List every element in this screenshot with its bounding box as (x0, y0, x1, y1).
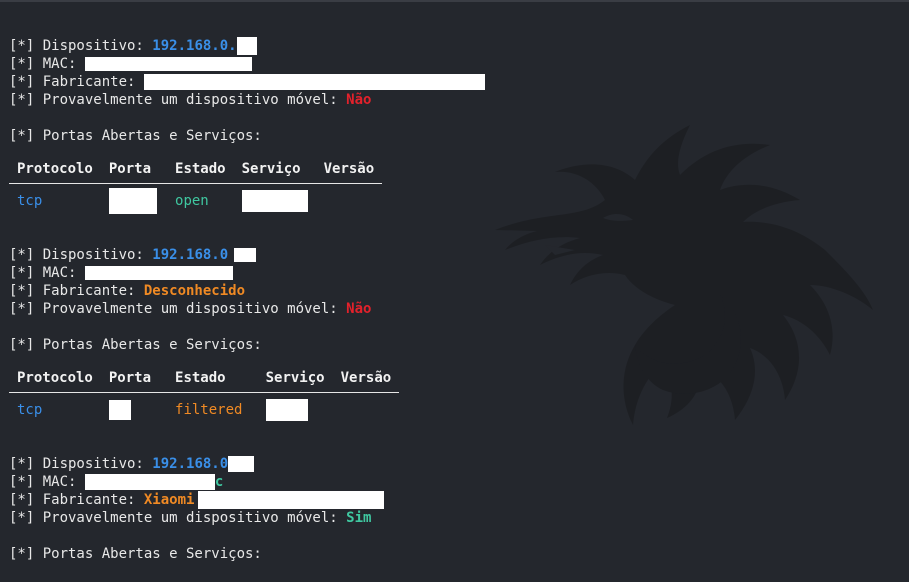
column-header: Versão (315, 155, 383, 184)
redaction-box (236, 37, 257, 55)
mac-label: [*] MAC: (9, 56, 85, 72)
table-header-row: Protocolo Porta Estado Serviço Versão (9, 155, 383, 184)
mac-value: c (214, 474, 224, 490)
redaction-box (84, 266, 233, 280)
mac-line: [*] MAC: c (9, 473, 899, 491)
mobile-value: Não (346, 92, 372, 108)
ports-heading: [*] Portas Abertas e Serviços: (9, 546, 262, 562)
redaction-box (108, 400, 131, 420)
redaction-box (84, 474, 215, 490)
mac-line: [*] MAC: (9, 264, 899, 282)
ports-table: Protocolo Porta Estado Serviço Versão tc… (9, 155, 383, 219)
mobile-label: [*] Provavelmente um dispositivo móvel: (9, 92, 347, 108)
mac-label: [*] MAC: (9, 265, 85, 281)
table-row: tcp filtered (9, 393, 399, 428)
column-header: Porta (100, 155, 168, 184)
device-line: [*] Dispositivo: 192.168.0 (9, 246, 899, 264)
column-header: Serviço (233, 155, 316, 184)
vendor-line: [*] Fabricante: Desconhecido (9, 282, 899, 300)
redaction-box (228, 456, 255, 472)
port-cell (101, 393, 167, 428)
window-top-border (0, 0, 909, 2)
mobile-label: [*] Provavelmente um dispositivo móvel: (9, 301, 347, 317)
vendor-line: [*] Fabricante: (9, 73, 899, 91)
port-cell (101, 184, 167, 219)
ports-heading: [*] Portas Abertas e Serviços: (9, 337, 262, 353)
table-row: tcp open (9, 184, 382, 219)
device-ip: 192.168.0 (152, 456, 229, 472)
terminal-output: [*] Dispositivo: 192.168.0. [*] MAC: [*]… (9, 37, 899, 563)
vendor-label: [*] Fabricante: (9, 74, 144, 90)
redaction-box (143, 74, 485, 90)
column-header: Serviço (257, 364, 333, 393)
column-header: Protocolo (9, 364, 101, 393)
device-ip: 192.168.0. (152, 38, 237, 54)
ports-table: Protocolo Porta Estado Serviço Versão tc… (9, 364, 400, 428)
device-line: [*] Dispositivo: 192.168.0 (9, 455, 899, 473)
redaction-box (265, 399, 308, 421)
mobile-line: [*] Provavelmente um dispositivo móvel: … (9, 300, 899, 318)
vendor-value: Desconhecido (143, 283, 246, 299)
state-cell: filtered (175, 402, 243, 418)
vendor-line: [*] Fabricante: Xiaomi (9, 491, 899, 509)
device-label: [*] Dispositivo: (9, 456, 153, 472)
column-header: Versão (332, 364, 400, 393)
table-header-row: Protocolo Porta Estado Serviço Versão (9, 364, 400, 393)
redaction-box (234, 248, 257, 262)
state-cell: open (175, 193, 209, 209)
vendor-label: [*] Fabricante: (9, 283, 144, 299)
mobile-line: [*] Provavelmente um dispositivo móvel: … (9, 509, 899, 527)
vendor-value: Xiaomi (143, 492, 195, 508)
column-header: Estado (167, 364, 258, 393)
ports-heading: [*] Portas Abertas e Serviços: (9, 128, 262, 144)
mac-line: [*] MAC: (9, 55, 899, 73)
version-cell (333, 393, 400, 428)
version-cell (316, 184, 383, 219)
mac-label: [*] MAC: (9, 474, 85, 490)
device-ip: 192.168.0 (152, 247, 229, 263)
redaction-box (84, 57, 252, 71)
device-line: [*] Dispositivo: 192.168.0. (9, 37, 899, 55)
column-header: Protocolo (9, 155, 101, 184)
service-cell (258, 393, 333, 428)
column-header: Porta (100, 364, 168, 393)
mobile-line: [*] Provavelmente um dispositivo móvel: … (9, 91, 899, 109)
mobile-label: [*] Provavelmente um dispositivo móvel: (9, 510, 347, 526)
service-cell (234, 184, 316, 219)
protocol-cell: tcp (17, 402, 43, 418)
protocol-cell: tcp (17, 193, 43, 209)
redaction-box (241, 190, 308, 212)
mobile-value: Não (346, 301, 372, 317)
device-label: [*] Dispositivo: (9, 247, 153, 263)
redaction-box (198, 491, 385, 509)
vendor-label: [*] Fabricante: (9, 492, 144, 508)
column-header: Estado (167, 155, 234, 184)
mobile-value: Sim (346, 510, 372, 526)
device-label: [*] Dispositivo: (9, 38, 153, 54)
redaction-box (108, 188, 157, 214)
